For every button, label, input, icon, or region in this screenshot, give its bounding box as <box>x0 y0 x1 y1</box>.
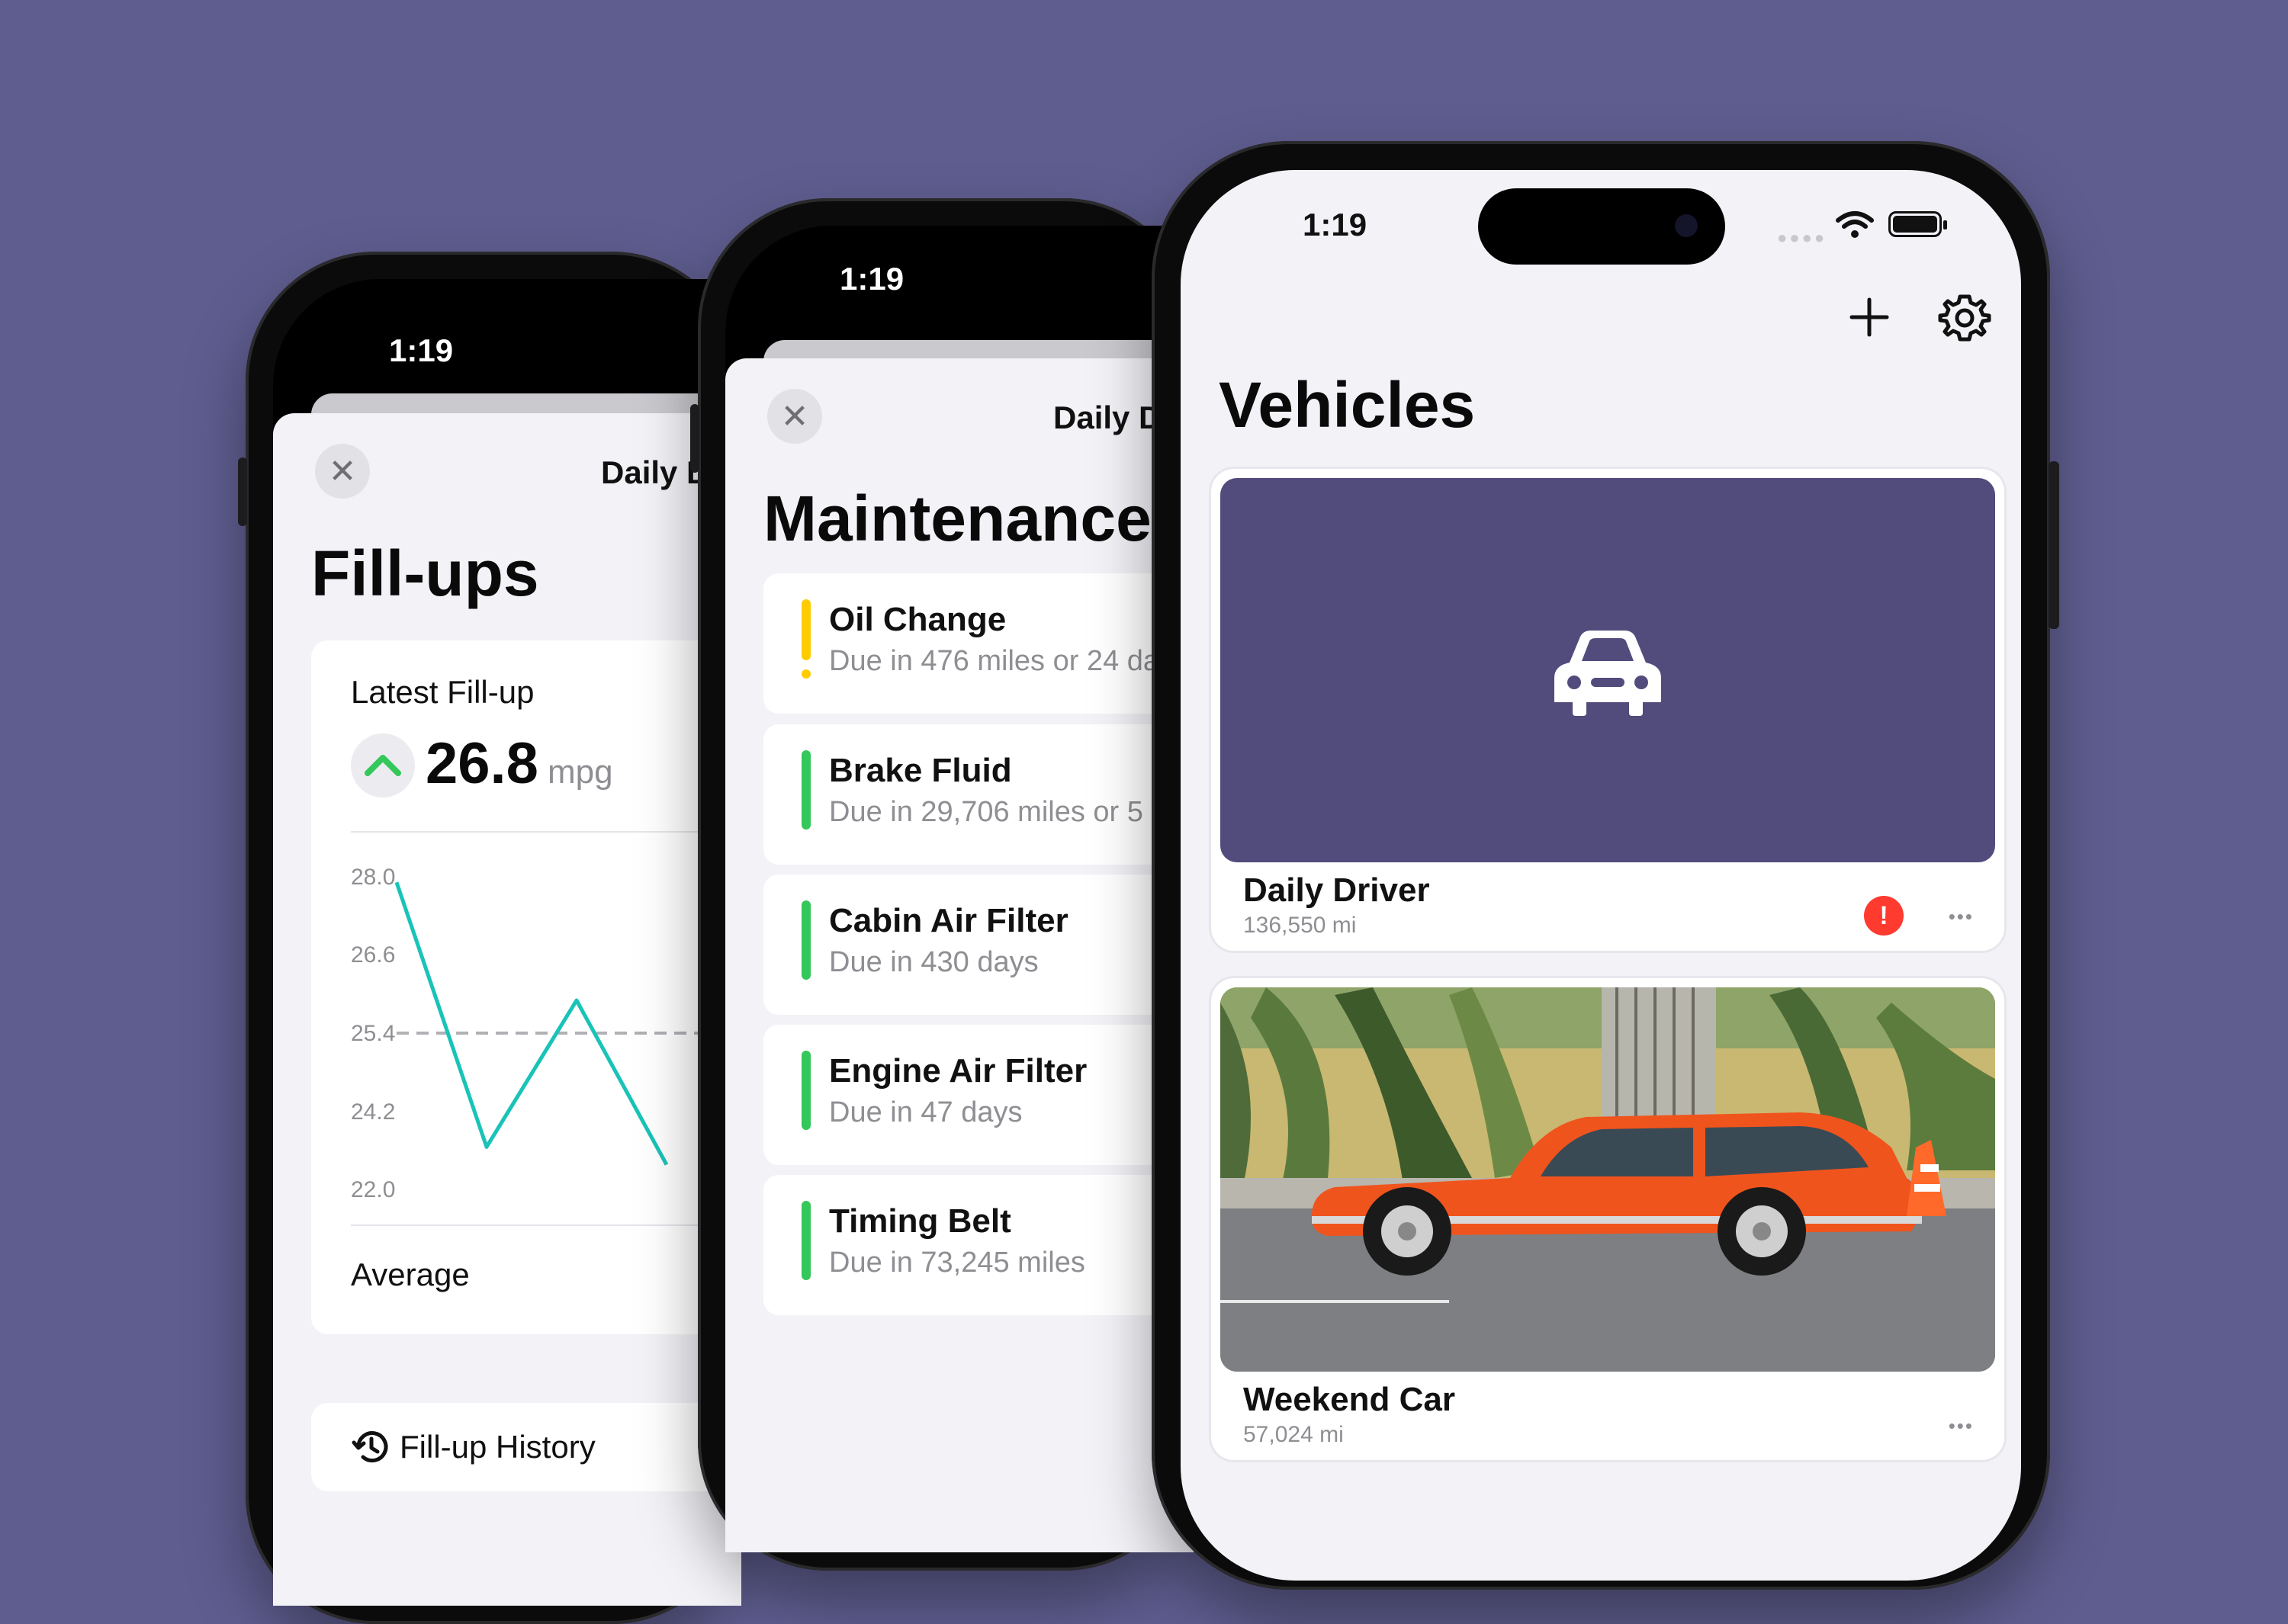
phone-maintenance: 1:19 ✕ Daily Driver Maintenance Oil Chan… <box>698 198 1194 1571</box>
exclamation-icon: ! <box>1879 901 1888 930</box>
phone-vehicles: 1:19 ●●●● Ve <box>1152 141 2050 1590</box>
vehicle-miles: 57,024 mi <box>1243 1422 1344 1448</box>
plus-icon <box>1843 290 1896 344</box>
status-time: 1:19 <box>1303 207 1367 243</box>
latest-fillup-label: Latest Fill-up <box>351 674 534 711</box>
wifi-icon <box>1835 210 1875 240</box>
vehicle-card[interactable]: Weekend Car 57,024 mi ••• <box>1211 978 2004 1460</box>
maintenance-item-name: Engine Air Filter <box>829 1052 1087 1090</box>
latest-fillup-value: 26.8 <box>426 730 538 797</box>
maintenance-item[interactable]: Brake Fluid Due in 29,706 miles or 5 yea… <box>763 724 1191 865</box>
maintenance-item-due: Due in 73,245 miles <box>829 1247 1085 1279</box>
settings-button[interactable] <box>1936 289 1994 347</box>
signal-icon: ●●●● <box>1777 228 1827 248</box>
status-indicator-ok <box>802 900 811 980</box>
screen: 1:19 ●●●● Ve <box>1181 170 2021 1581</box>
maintenance-item-due: Due in 430 days <box>829 946 1039 979</box>
side-button <box>690 404 699 473</box>
power-button <box>2049 461 2059 629</box>
vehicle-miles: 136,550 mi <box>1243 913 1356 939</box>
vehicle-name: Daily Driver <box>1243 871 1430 910</box>
latest-fillup-unit: mpg <box>548 753 613 791</box>
car-icon <box>1547 623 1669 722</box>
mpg-chart: 28.0 26.6 25.4 24.2 22.0 <box>311 846 741 1235</box>
close-icon: ✕ <box>781 397 809 436</box>
status-time: 1:19 <box>840 261 904 297</box>
status-indicator-warning <box>802 599 811 660</box>
orange-car-photo <box>1220 987 1995 1372</box>
divider <box>351 1224 741 1226</box>
gear-icon <box>1936 289 1994 347</box>
side-button <box>238 457 247 526</box>
average-label: Average <box>351 1257 470 1293</box>
maintenance-item[interactable]: Oil Change Due in 476 miles or 24 days <box>763 573 1191 714</box>
more-button[interactable]: ••• <box>1949 905 1974 929</box>
y-tick-label: 28.0 <box>351 865 395 890</box>
page-title: Vehicles <box>1219 368 1475 442</box>
maintenance-item[interactable]: Engine Air Filter Due in 47 days <box>763 1025 1191 1165</box>
screen: 1:19 ✕ Daily Driver Fill-ups Latest Fill… <box>273 279 741 1606</box>
battery-icon <box>1888 211 1942 237</box>
vehicle-photo-placeholder <box>1220 478 1995 862</box>
mpg-series-line <box>397 882 667 1164</box>
y-tick-label: 22.0 <box>351 1177 395 1202</box>
status-indicator-ok <box>802 750 811 830</box>
y-tick-label: 24.2 <box>351 1099 395 1125</box>
maintenance-item-name: Timing Belt <box>829 1202 1011 1240</box>
status-dot-warning <box>802 669 811 679</box>
alert-badge[interactable]: ! <box>1864 896 1904 936</box>
more-button[interactable]: ••• <box>1949 1414 1974 1438</box>
screen: 1:19 ✕ Daily Driver Maintenance Oil Chan… <box>725 226 1194 1552</box>
page-title: Fill-ups <box>311 537 539 611</box>
phone-fillups: 1:19 ✕ Daily Driver Fill-ups Latest Fill… <box>246 252 741 1624</box>
maintenance-item-due: Due in 29,706 miles or 5 years <box>829 796 1194 829</box>
maintenance-sheet: ✕ Daily Driver Maintenance Oil Change Du… <box>725 358 1194 1552</box>
maintenance-item-name: Brake Fluid <box>829 752 1012 790</box>
fillup-history-label: Fill-up History <box>400 1429 596 1465</box>
maintenance-item[interactable]: Timing Belt Due in 73,245 miles <box>763 1175 1191 1315</box>
status-indicator-ok <box>802 1051 811 1130</box>
maintenance-item-name: Cabin Air Filter <box>829 902 1068 940</box>
maintenance-item-name: Oil Change <box>829 601 1006 639</box>
y-tick-label: 25.4 <box>351 1021 395 1046</box>
divider <box>351 831 741 833</box>
y-tick-label: 26.6 <box>351 942 395 968</box>
close-button[interactable]: ✕ <box>315 444 370 499</box>
latest-fillup-card[interactable]: Latest Fill-up 26.8 mpg 28.0 26.6 25.4 24.2… <box>311 640 741 1334</box>
chevron-up-icon <box>351 733 415 798</box>
vehicle-photo <box>1220 987 1995 1372</box>
clock-history-icon <box>349 1426 392 1468</box>
trend-badge <box>351 733 415 798</box>
fillups-sheet: ✕ Daily Driver Fill-ups Latest Fill-up 2… <box>273 413 741 1606</box>
camera-dot <box>1675 214 1698 237</box>
vehicle-name: Weekend Car <box>1243 1381 1455 1419</box>
close-icon: ✕ <box>329 452 357 491</box>
maintenance-item[interactable]: Cabin Air Filter Due in 430 days <box>763 875 1191 1015</box>
maintenance-item-due: Due in 47 days <box>829 1096 1023 1129</box>
add-vehicle-button[interactable] <box>1843 290 1896 344</box>
status-time: 1:19 <box>389 332 453 369</box>
vehicle-card[interactable]: Daily Driver 136,550 mi ! ••• <box>1211 469 2004 951</box>
page-title: Maintenance <box>763 482 1152 556</box>
close-button[interactable]: ✕ <box>767 389 822 444</box>
dynamic-island <box>1478 188 1725 265</box>
status-indicator-ok <box>802 1201 811 1280</box>
fillup-history-button[interactable]: Fill-up History <box>311 1403 741 1491</box>
maintenance-item-due: Due in 476 miles or 24 days <box>829 645 1188 678</box>
